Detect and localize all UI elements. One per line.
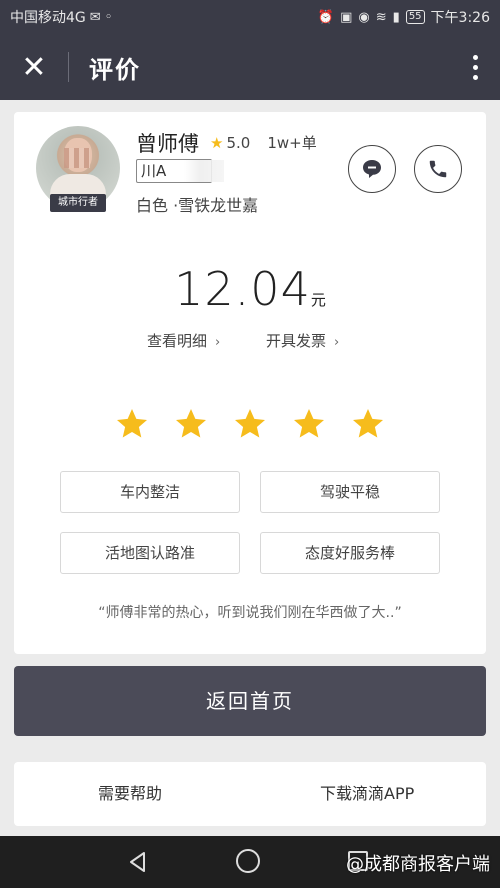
star-rating[interactable] — [114, 406, 386, 442]
review-comment: “师傅非常的热心，听到说我们刚在华西做了大..” — [98, 605, 402, 621]
order-count: 1w+单 — [267, 134, 317, 152]
rating-value: 5.0 — [226, 133, 251, 152]
view-details-link[interactable]: 查看明细 › — [147, 330, 220, 351]
carrier-label: 中国移动4G — [10, 10, 86, 26]
wechat-icon: ✉ — [89, 9, 101, 25]
star-icon[interactable] — [173, 406, 209, 442]
message-button[interactable] — [348, 145, 396, 193]
call-button[interactable] — [414, 145, 462, 193]
star-icon[interactable] — [114, 406, 150, 442]
driver-name: 曾师傅 — [136, 132, 199, 156]
back-to-home-button[interactable]: 返回首页 — [14, 666, 486, 736]
chevron-right-icon: › — [215, 335, 221, 350]
driver-rating: ★ 5.0 1w+单 — [210, 132, 317, 153]
eye-icon: ◉ — [358, 9, 370, 25]
plate-blur — [184, 160, 224, 182]
tag-option[interactable]: 驾驶平稳 — [260, 471, 440, 513]
download-app-link[interactable]: 下载滴滴APP — [320, 762, 414, 826]
battery-icon: 55 — [405, 10, 425, 24]
star-icon: ★ — [210, 133, 224, 152]
page-title: 评价 — [89, 55, 141, 84]
driver-badge: 城市行者 — [50, 194, 106, 212]
status-bar: 中国移动4G ✉ ◦ ⏰ ▣ ◉ ≋ ▮ 55 下午3:26 — [0, 0, 500, 34]
chat-bubble-icon — [363, 160, 381, 178]
hd-icon: ▣ — [340, 9, 353, 25]
phone-icon — [429, 160, 447, 178]
clock: 下午3:26 — [430, 10, 490, 26]
issue-invoice-link[interactable]: 开具发票 › — [266, 330, 339, 351]
view-details-label: 查看明细 — [147, 332, 208, 350]
car-description: 白色 ·雪铁龙世嘉 — [136, 196, 259, 215]
fare-unit: 元 — [310, 291, 326, 309]
alarm-icon: ⏰ — [317, 9, 335, 25]
notification-icon: ◦ — [104, 9, 113, 25]
fare-value: 12.04 — [174, 262, 311, 316]
tag-option[interactable]: 态度好服务棒 — [260, 532, 440, 574]
watermark: @成都商报客户端 — [346, 854, 490, 875]
tag-option[interactable]: 活地图认路准 — [60, 532, 240, 574]
help-link[interactable]: 需要帮助 — [98, 762, 162, 826]
star-icon[interactable] — [232, 406, 268, 442]
back-icon[interactable] — [126, 850, 150, 874]
signal-icon: ▮ — [392, 9, 400, 25]
star-icon[interactable] — [350, 406, 386, 442]
divider — [68, 52, 69, 82]
star-icon[interactable] — [291, 406, 327, 442]
system-nav-bar: @成都商报客户端 — [0, 836, 500, 888]
rating-card: 城市行者 曾师傅 ★ 5.0 1w+单 川A 白色 ·雪铁龙世嘉 12.04元 … — [14, 112, 486, 654]
chevron-right-icon: › — [334, 335, 340, 350]
fare-amount: 12.04元 — [14, 262, 486, 316]
issue-invoice-label: 开具发票 — [266, 332, 327, 350]
home-icon[interactable] — [236, 849, 260, 873]
wifi-icon: ≋ — [375, 9, 387, 25]
close-icon[interactable]: ✕ — [0, 34, 68, 100]
footer-links: 需要帮助 下载滴滴APP — [14, 762, 486, 826]
tag-option[interactable]: 车内整洁 — [60, 471, 240, 513]
app-bar: ✕ 评价 — [0, 34, 500, 100]
more-vertical-icon[interactable] — [450, 54, 500, 80]
